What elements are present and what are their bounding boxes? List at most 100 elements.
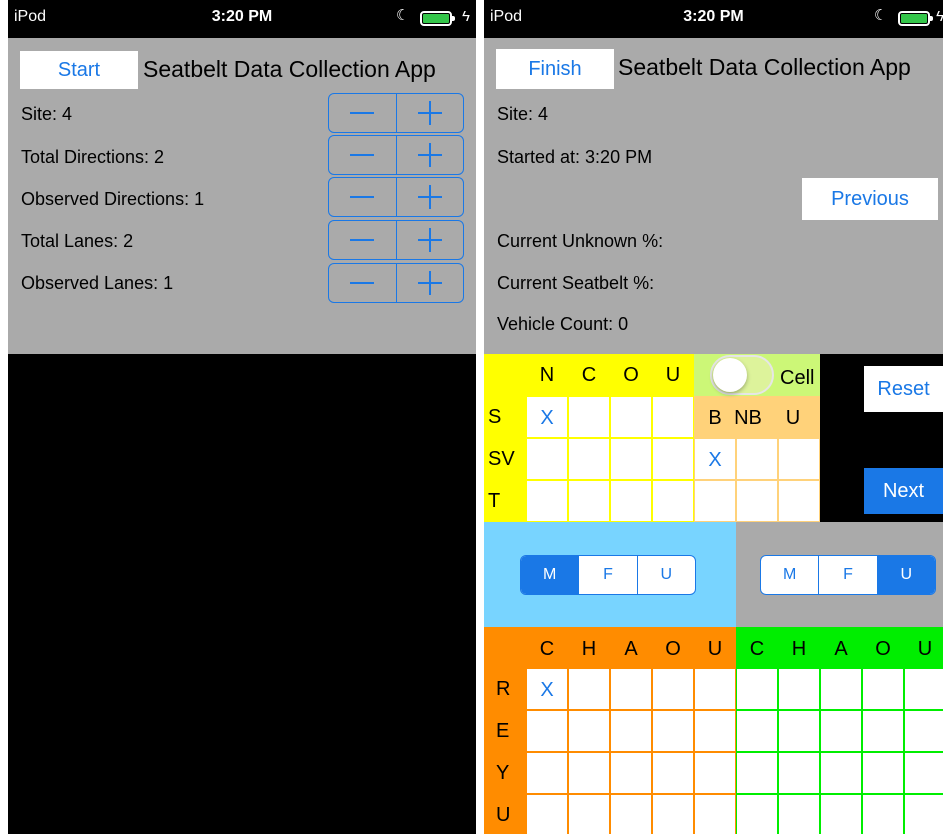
total-lanes-stepper[interactable]: [328, 220, 464, 260]
race-grid-cell[interactable]: [568, 668, 610, 710]
start-button[interactable]: Start: [20, 51, 138, 89]
plus-icon[interactable]: [395, 264, 464, 302]
battery-icon: [898, 11, 933, 26]
race-grid-cell[interactable]: [862, 668, 904, 710]
belt-grid-cell[interactable]: [736, 438, 778, 480]
plus-icon[interactable]: [395, 94, 464, 132]
belt-grid-cell[interactable]: [736, 480, 778, 522]
left-screen: iPod 3:20 PM ☾ ϟ Start Seatbelt Data Col…: [8, 0, 476, 834]
seating-grid-cell[interactable]: [526, 480, 568, 522]
total-directions-stepper[interactable]: [328, 135, 464, 175]
belt-grid-cell[interactable]: [778, 438, 820, 480]
race-grid-cell[interactable]: [694, 668, 736, 710]
race-grid-cell[interactable]: [652, 668, 694, 710]
seating-row-header: S: [488, 406, 502, 428]
race-grid-cell[interactable]: [778, 752, 820, 794]
seating-grid-cell[interactable]: [568, 396, 610, 438]
seating-grid-cell[interactable]: [652, 438, 694, 480]
finish-button[interactable]: Finish: [496, 49, 614, 89]
seating-col-header: N: [539, 364, 555, 386]
race-grid-cell[interactable]: X: [526, 668, 568, 710]
race-grid-cell[interactable]: [652, 794, 694, 834]
race-grid-cell[interactable]: [652, 752, 694, 794]
site-stepper[interactable]: [328, 93, 464, 133]
belt-grid-cell[interactable]: X: [694, 438, 736, 480]
total-directions-label: Total Directions: 2: [21, 147, 165, 167]
minus-icon[interactable]: [329, 136, 396, 174]
race-grid-cell[interactable]: [694, 710, 736, 752]
race-grid-cell[interactable]: [526, 794, 568, 834]
seating-grid-cell[interactable]: [652, 396, 694, 438]
race-grid-cell[interactable]: [568, 752, 610, 794]
seating-grid-cell[interactable]: [526, 438, 568, 480]
race-grid-cell[interactable]: [862, 710, 904, 752]
race-grid-cell[interactable]: [778, 710, 820, 752]
race-grid-cell[interactable]: [820, 752, 862, 794]
race-grid-cell[interactable]: [862, 752, 904, 794]
race-grid-cell[interactable]: [778, 668, 820, 710]
race-grid-cell[interactable]: [610, 794, 652, 834]
belt-side-label: P: [828, 490, 842, 512]
plus-icon[interactable]: [395, 178, 464, 216]
race-grid-cell[interactable]: [904, 752, 943, 794]
race-grid-cell[interactable]: [568, 710, 610, 752]
belt-grid-cell[interactable]: [778, 480, 820, 522]
minus-icon[interactable]: [329, 264, 396, 302]
gender-option[interactable]: M: [521, 556, 579, 594]
seating-grid-cell[interactable]: [568, 480, 610, 522]
race-grid-cell[interactable]: [610, 752, 652, 794]
seating-grid-cell[interactable]: [568, 438, 610, 480]
race-grid-cell[interactable]: [694, 794, 736, 834]
seating-grid-cell[interactable]: [610, 480, 652, 522]
age-row-header: U: [496, 804, 511, 826]
plus-icon[interactable]: [395, 136, 464, 174]
reset-button[interactable]: Reset: [864, 366, 943, 412]
race-grid-cell[interactable]: [736, 710, 778, 752]
race-grid-cell[interactable]: [904, 794, 943, 834]
age-row-header: R: [496, 678, 511, 700]
plus-icon[interactable]: [395, 221, 464, 259]
race-grid-cell[interactable]: [610, 668, 652, 710]
minus-icon[interactable]: [329, 94, 396, 132]
battery-icon: [420, 11, 455, 26]
race-grid-cell[interactable]: [652, 710, 694, 752]
race-grid-cell[interactable]: [736, 752, 778, 794]
minus-icon[interactable]: [329, 178, 396, 216]
race-grid-cell[interactable]: [526, 752, 568, 794]
race-col-header: U: [707, 638, 723, 660]
race-grid-cell[interactable]: [610, 710, 652, 752]
race-grid-cell[interactable]: [820, 710, 862, 752]
race-grid-cell[interactable]: [904, 668, 943, 710]
gender-selector-left[interactable]: MFU: [520, 555, 696, 595]
next-button[interactable]: Next: [864, 468, 943, 514]
seating-grid-cell[interactable]: [652, 480, 694, 522]
seating-grid-cell[interactable]: [610, 438, 652, 480]
race-grid-cell[interactable]: [820, 668, 862, 710]
site-label: Site: 4: [497, 104, 549, 124]
seating-grid-cell[interactable]: [610, 396, 652, 438]
gender-option[interactable]: U: [636, 556, 695, 594]
observed-lanes-stepper[interactable]: [328, 263, 464, 303]
belt-grid-cell[interactable]: [694, 480, 736, 522]
race-grid-cell[interactable]: [778, 794, 820, 834]
minus-icon[interactable]: [329, 221, 396, 259]
cell-toggle[interactable]: [710, 355, 774, 395]
gender-option[interactable]: U: [876, 556, 935, 594]
gender-option[interactable]: M: [761, 556, 818, 594]
race-grid-cell[interactable]: [736, 668, 778, 710]
race-grid-cell[interactable]: [904, 710, 943, 752]
seating-grid-cell[interactable]: X: [526, 396, 568, 438]
race-grid-cell[interactable]: [862, 794, 904, 834]
observed-directions-stepper[interactable]: [328, 177, 464, 217]
gender-option[interactable]: F: [578, 556, 636, 594]
site-label: Site: 4: [21, 104, 73, 124]
gender-option[interactable]: F: [818, 556, 876, 594]
gender-selector-right[interactable]: MFU: [760, 555, 936, 595]
seating-col-header: O: [623, 364, 639, 386]
race-grid-cell[interactable]: [568, 794, 610, 834]
race-grid-cell[interactable]: [526, 710, 568, 752]
race-grid-cell[interactable]: [820, 794, 862, 834]
race-grid-cell[interactable]: [736, 794, 778, 834]
race-grid-cell[interactable]: [694, 752, 736, 794]
previous-button[interactable]: Previous: [802, 178, 938, 220]
